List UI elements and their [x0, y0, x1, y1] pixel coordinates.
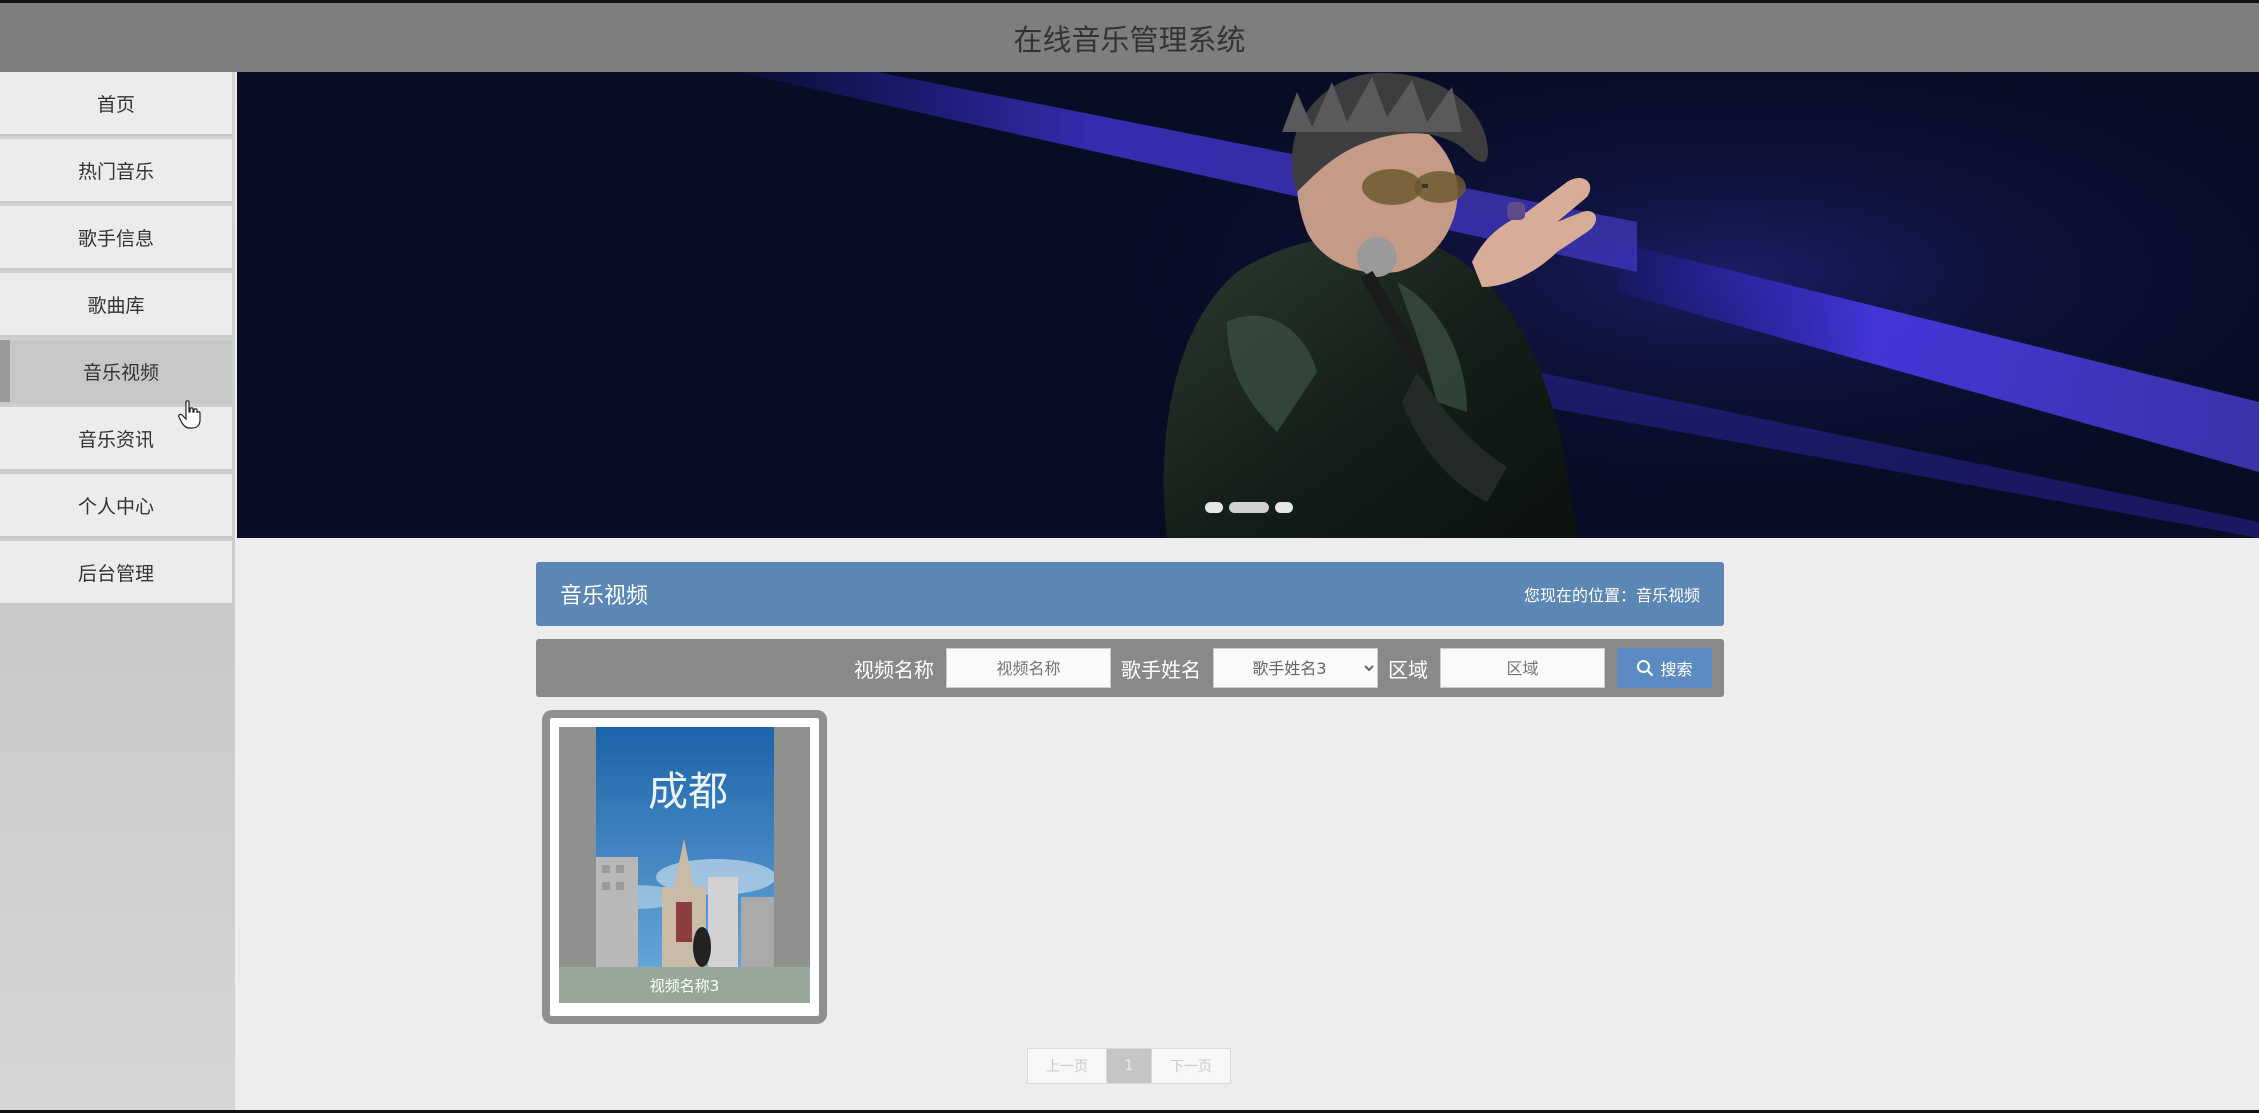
search-button[interactable]: 搜索: [1617, 648, 1712, 688]
search-bar: 视频名称 歌手姓名 歌手姓名3 区域 搜索: [536, 639, 1724, 697]
carousel-dot-active[interactable]: [1229, 502, 1269, 513]
sidebar-item-singers[interactable]: 歌手信息: [0, 206, 232, 270]
region-label: 区域: [1388, 657, 1428, 682]
next-page-button[interactable]: 下一页: [1151, 1049, 1230, 1083]
sidebar-item-profile[interactable]: 个人中心: [0, 474, 232, 538]
video-card[interactable]: 成都 视频名称3: [542, 710, 827, 1024]
carousel-dot[interactable]: [1205, 502, 1223, 513]
section-title: 音乐视频: [560, 584, 649, 609]
app-header: 在线音乐管理系统: [0, 0, 2259, 72]
sidebar-item-admin[interactable]: 后台管理: [0, 541, 232, 605]
hand-cursor-icon: [178, 400, 201, 429]
video-thumbnail-frame: 成都: [559, 727, 810, 967]
singer-name-select[interactable]: 歌手姓名3: [1213, 648, 1378, 688]
current-page-button[interactable]: 1: [1107, 1049, 1151, 1083]
sidebar-item-home[interactable]: 首页: [0, 72, 232, 136]
pagination: 上一页 1 下一页: [1027, 1048, 1231, 1084]
hero-banner[interactable]: [237, 72, 2259, 538]
video-name-label: 视频名称: [854, 657, 934, 682]
carousel-indicators: [1205, 502, 1293, 513]
sidebar-item-music-videos[interactable]: 音乐视频: [0, 340, 232, 404]
region-input[interactable]: [1440, 648, 1605, 688]
breadcrumb: 您现在的位置：音乐视频: [1523, 586, 1700, 605]
video-thumbnail[interactable]: 成都: [595, 727, 774, 967]
poster-title: 成都: [648, 769, 728, 815]
prev-page-button[interactable]: 上一页: [1028, 1049, 1107, 1083]
sidebar: 首页 热门音乐 歌手信息 歌曲库 音乐视频 音乐资讯 个人中心 后台管理: [0, 72, 235, 1113]
sidebar-item-hot-music[interactable]: 热门音乐: [0, 139, 232, 203]
app-title: 在线音乐管理系统: [1013, 22, 1246, 57]
search-icon: [1637, 660, 1654, 677]
search-button-label: 搜索: [1660, 660, 1693, 679]
singer-name-label: 歌手姓名: [1121, 657, 1201, 682]
video-title[interactable]: 视频名称3: [559, 967, 810, 1003]
video-card-inner: 成都 视频名称3: [550, 718, 819, 1016]
video-name-input[interactable]: [946, 648, 1111, 688]
section-header: 音乐视频 您现在的位置：音乐视频: [536, 562, 1724, 626]
sidebar-item-song-library[interactable]: 歌曲库: [0, 273, 232, 337]
carousel-dot[interactable]: [1275, 502, 1293, 513]
banner-image: [237, 72, 2259, 538]
